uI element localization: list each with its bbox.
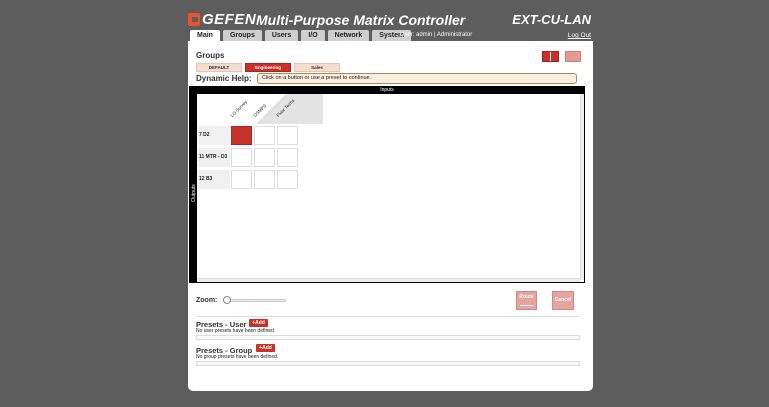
group-button-engineering[interactable]: Engineering — [245, 63, 291, 72]
outputs-bar: Outputs — [190, 94, 197, 282]
inputs-bar: Inputs — [190, 87, 584, 94]
presets-user-list — [196, 335, 580, 340]
outputs-label: Outputs — [191, 184, 197, 202]
groups-title: Groups — [196, 51, 225, 60]
add-user-preset-button[interactable]: +Add — [249, 319, 268, 327]
dynamic-help-label: Dynamic Help: — [196, 74, 252, 83]
zoom-slider-handle[interactable] — [223, 296, 231, 304]
routing-matrix: Inputs Outputs LG Survey DSMPS Floor Tec… — [189, 86, 585, 283]
model-name: EXT-CU-LAN — [512, 12, 591, 27]
group-button-sales[interactable]: Sales — [294, 63, 340, 72]
brand-logo: GEFEN — [202, 11, 257, 28]
output-label-11-mtr-d3: 11 MTR - D3 — [198, 148, 230, 167]
presets-group-list — [196, 361, 580, 366]
presets-group-empty: No group presets have been defined. — [196, 354, 279, 360]
matrix-cell[interactable] — [277, 170, 298, 189]
presets-user-empty: No user presets have been defined. — [196, 328, 276, 334]
user-info: User: admin | Administrator — [400, 32, 473, 38]
matrix-cell[interactable] — [277, 148, 298, 167]
matrix-cell[interactable] — [254, 148, 275, 167]
matrix-cell[interactable] — [254, 170, 275, 189]
zoom-label: Zoom: — [196, 297, 218, 304]
matrix-vertical-scrollbar[interactable] — [580, 94, 584, 280]
add-group-preset-button[interactable]: +Add — [256, 344, 275, 352]
dynamic-help-box: Click on a button or use a preset to con… — [257, 73, 577, 84]
route-button[interactable]: Route — [516, 291, 537, 310]
grid-view-icon[interactable] — [542, 51, 559, 62]
app-title: Multi-Purpose Matrix Controller — [256, 12, 466, 28]
tab-main[interactable]: Main — [190, 30, 220, 41]
output-label-12-b3: 12 B3 — [198, 170, 230, 189]
tab-io[interactable]: I/O — [301, 30, 325, 41]
app-header: GEFEN Multi-Purpose Matrix Controller EX… — [188, 10, 593, 41]
list-view-icon[interactable] — [565, 51, 581, 62]
group-buttons: DEFAULT Engineering Sales — [196, 63, 340, 72]
matrix-cell[interactable] — [231, 148, 252, 167]
group-button-default[interactable]: DEFAULT — [196, 63, 242, 72]
matrix-cell[interactable] — [231, 170, 252, 189]
input-header-strip — [231, 94, 323, 124]
main-tabs: Main Groups Users I/O Network System — [190, 30, 412, 41]
output-label-7-d2: 7 D2 — [198, 126, 230, 145]
logout-link[interactable]: Log Out — [568, 30, 591, 41]
matrix-cell[interactable] — [231, 126, 252, 145]
divider — [196, 316, 580, 317]
main-panel: Groups DEFAULT Engineering Sales Dynamic… — [188, 41, 593, 391]
zoom-slider-track[interactable] — [225, 299, 286, 302]
tab-users[interactable]: Users — [264, 30, 299, 41]
matrix-horizontal-scrollbar[interactable] — [197, 278, 580, 282]
tab-groups[interactable]: Groups — [222, 30, 262, 41]
matrix-cell[interactable] — [254, 126, 275, 145]
cancel-button[interactable]: Cancel — [552, 291, 574, 310]
tab-network[interactable]: Network — [327, 30, 370, 41]
matrix-cell[interactable] — [277, 126, 298, 145]
gefen-logo-icon — [188, 13, 200, 26]
